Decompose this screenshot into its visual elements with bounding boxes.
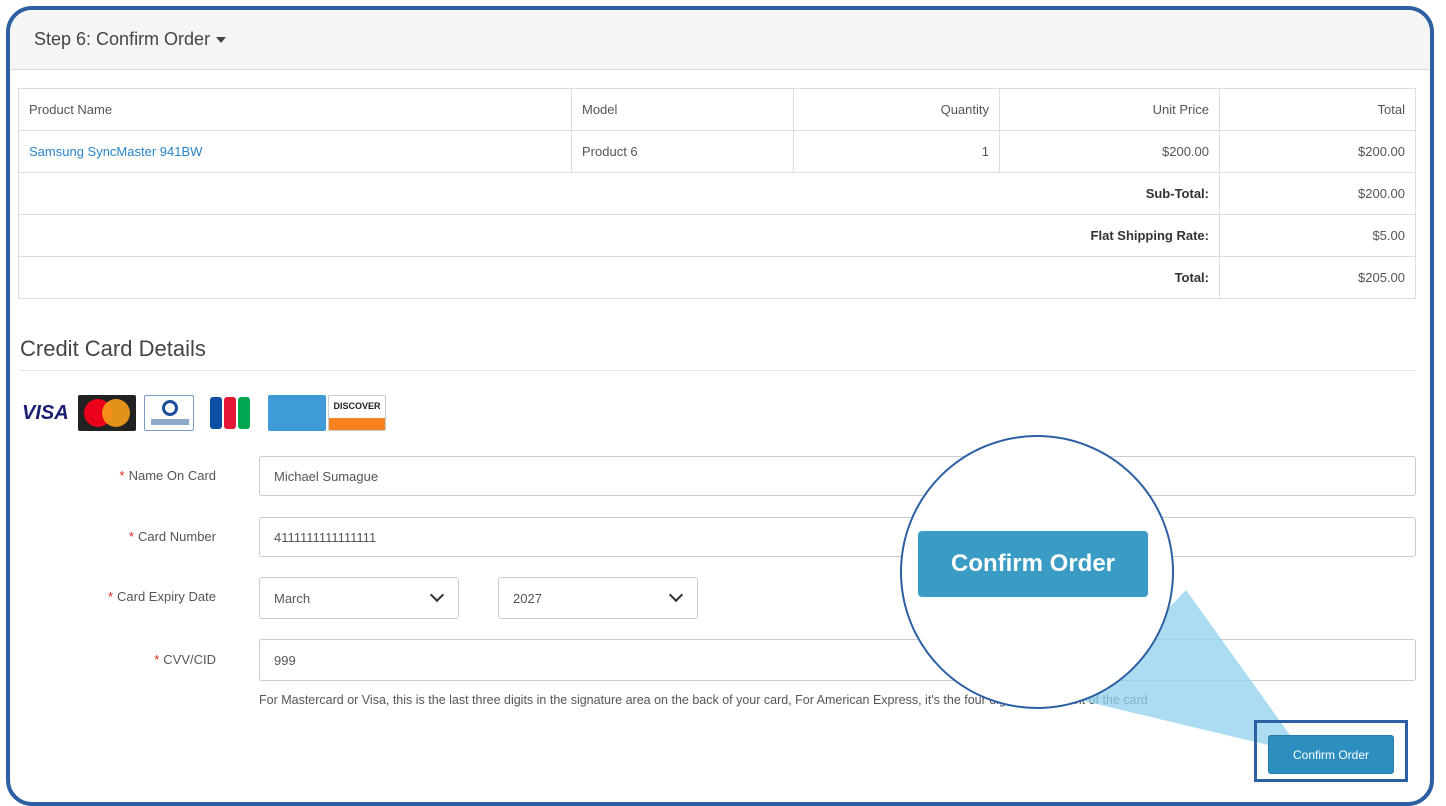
magnified-confirm-order-button[interactable]: Confirm Order [918, 531, 1148, 597]
subtotal-row: Sub-Total: $200.00 [18, 172, 1416, 215]
header-total: Total [1219, 88, 1416, 131]
jcb-logo [206, 395, 254, 431]
visa-logo: VISA [22, 402, 69, 424]
quantity-cell: 1 [793, 130, 1000, 173]
total-cell: $200.00 [1219, 130, 1416, 173]
shipping-value: $5.00 [1219, 214, 1416, 257]
name-on-card-input[interactable]: Michael Sumague [259, 456, 1416, 496]
header-product-name: Product Name [18, 88, 572, 131]
credit-card-heading: Credit Card Details [20, 336, 1416, 371]
cvv-label: * CVV/CID [154, 652, 216, 667]
caret-down-icon [216, 37, 227, 44]
grand-total-value: $205.00 [1219, 256, 1416, 299]
product-link[interactable]: Samsung SyncMaster 941BW [29, 144, 202, 159]
card-number-label: * Card Number [128, 529, 216, 544]
amex-logo [268, 395, 326, 431]
panel-header[interactable]: Step 6: Confirm Order [10, 10, 1430, 70]
name-on-card-label: * Name On Card [119, 468, 216, 483]
subtotal-value: $200.00 [1219, 172, 1416, 215]
expiry-year-select[interactable]: 2027 [498, 577, 698, 619]
chevron-down-icon [429, 587, 445, 603]
grand-total-label: Total: [18, 256, 1220, 299]
discover-logo: DISCOVER [328, 395, 386, 431]
card-expiry-label: * Card Expiry Date [107, 589, 216, 604]
table-header-row: Product Name Model Quantity Unit Price T… [18, 88, 1416, 131]
header-model: Model [571, 88, 794, 131]
unit-price-cell: $200.00 [999, 130, 1220, 173]
cart-table: Product Name Model Quantity Unit Price T… [18, 88, 1416, 299]
button-highlight-box [1254, 720, 1408, 782]
shipping-label: Flat Shipping Rate: [18, 214, 1220, 257]
model-cell: Product 6 [571, 130, 794, 173]
product-cell: Samsung SyncMaster 941BW [18, 130, 572, 173]
header-unit-price: Unit Price [999, 88, 1220, 131]
diners-club-logo [144, 395, 194, 431]
expiry-month-select[interactable]: March [259, 577, 459, 619]
subtotal-label: Sub-Total: [18, 172, 1220, 215]
table-row: Samsung SyncMaster 941BW Product 6 1 $20… [18, 130, 1416, 173]
shipping-row: Flat Shipping Rate: $5.00 [18, 214, 1416, 257]
cvv-input[interactable]: 999 [259, 639, 1416, 681]
mastercard-logo [78, 395, 136, 431]
card-number-input[interactable]: 4111111111111111 [259, 517, 1416, 557]
checkout-frame: Step 6: Confirm Order Product Name Model… [6, 6, 1434, 806]
chevron-down-icon [668, 587, 684, 603]
header-quantity: Quantity [793, 88, 1000, 131]
grand-total-row: Total: $205.00 [18, 256, 1416, 299]
panel-title: Step 6: Confirm Order [34, 29, 227, 50]
